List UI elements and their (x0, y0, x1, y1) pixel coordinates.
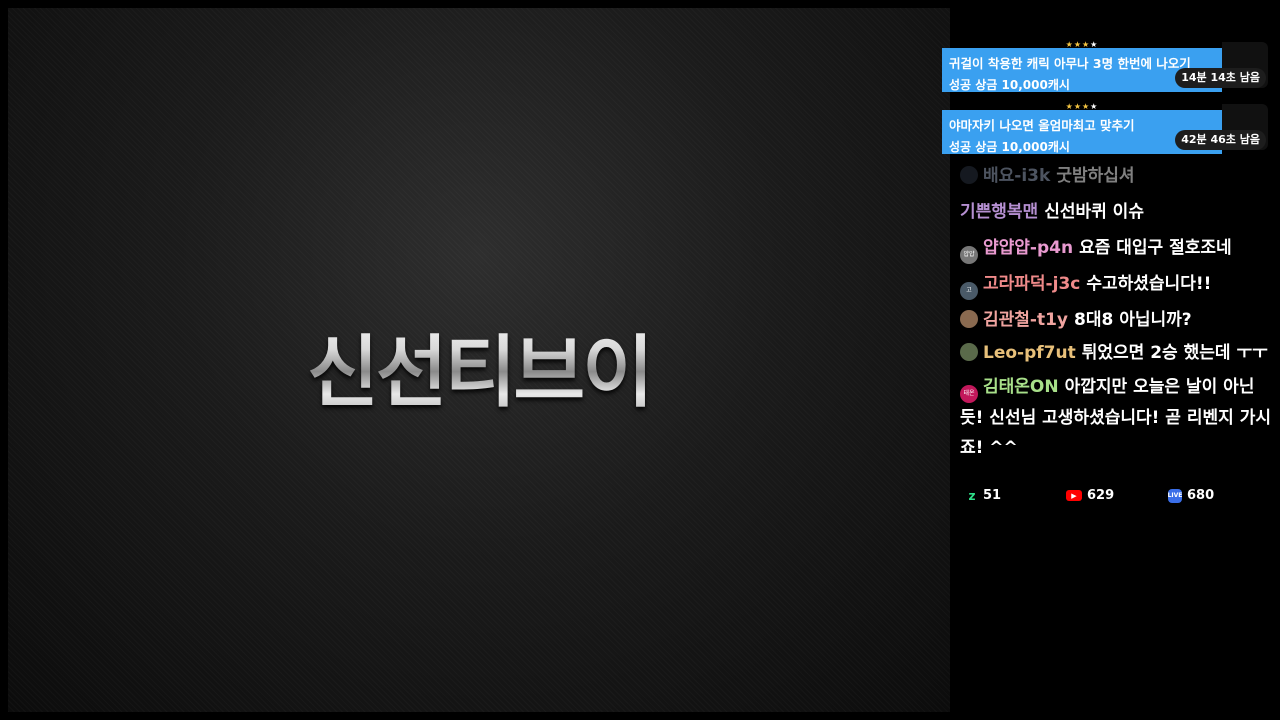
stat-live: LIVE 680 (1168, 488, 1215, 503)
chat-nick: 고라파덕-j3c (983, 274, 1081, 294)
stat-value: 51 (983, 488, 1002, 503)
mission-card[interactable]: ★★★★ 귀걸이 착용한 캐릭 아무나 3명 한번에 나오기 성공 상금 10,… (942, 40, 1268, 94)
channel-logo-text: 신선티브이 (8, 310, 950, 422)
youtube-icon: ▶ (1066, 490, 1082, 501)
chat-message: Leo-pf7ut 튀었으면 2승 했는데 ㅜㅜ (960, 338, 1272, 368)
mission-timer: 14분 14초 남음 (1175, 68, 1266, 88)
chat-message: 얍얍 얍얍얍-p4n 요즘 대입구 절호조네 (960, 230, 1272, 266)
avatar: 고 (960, 282, 978, 300)
chat-nick: 김태온ON (983, 377, 1059, 397)
stat-zzal: z 51 (966, 488, 1002, 503)
avatar (960, 166, 978, 184)
chat-message: 고 고라파덕-j3c 수고하셨습니다!! (960, 266, 1272, 302)
chat-message: 김관철-t1y 8대8 아닙니까? (960, 302, 1272, 338)
avatar (960, 310, 978, 328)
mission-reward: 성공 상금 10,000캐시 (949, 78, 1070, 92)
avatar: 태온 (960, 385, 978, 403)
chat-list: 배요-i3k 굿밤하십셔 기쁜행복맨 신선바퀴 이슈 얍얍 얍얍얍-p4n 요즘 대입구… (960, 158, 1272, 463)
mission-reward: 성공 상금 10,000캐시 (949, 140, 1070, 154)
live-platform-icon: LIVE (1168, 488, 1182, 503)
chat-text: 수고하셨습니다!! (1086, 274, 1212, 294)
chat-nick: 얍얍얍-p4n (983, 238, 1074, 258)
chat-text: 신선바퀴 이슈 (1044, 202, 1144, 222)
z-platform-icon: z (968, 488, 976, 503)
chat-message: 배요-i3k 굿밤하십셔 (960, 158, 1272, 194)
chat-nick: Leo-pf7ut (983, 343, 1076, 363)
stat-value: 629 (1087, 488, 1115, 503)
stat-youtube: ▶ 629 (1066, 488, 1114, 503)
chat-message: 태온 김태온ON 아깝지만 오늘은 날이 아닌듯! 신선님 고생하셨습니다! 곧 리… (960, 372, 1272, 463)
chat-message: 기쁜행복맨 신선바퀴 이슈 (960, 194, 1272, 230)
chat-text: 요즘 대입구 절호조네 (1079, 238, 1232, 258)
chat-nick: 기쁜행복맨 (960, 202, 1039, 222)
viewer-stats: z 51 ▶ 629 LIVE 680 (966, 488, 1266, 508)
video-stage: 신선티브이 (8, 8, 950, 712)
mission-title: 야마자키 나오면 올엄마최고 맞추기 (949, 118, 1135, 133)
avatar (960, 343, 978, 361)
stat-value: 680 (1187, 488, 1215, 503)
chat-nick: 배요-i3k (983, 166, 1051, 186)
chat-text: 굿밤하십셔 (1056, 166, 1135, 186)
chat-text: 튀었으면 2승 했는데 ㅜㅜ (1081, 343, 1268, 363)
mission-timer: 42분 46초 남음 (1175, 130, 1266, 150)
mission-title: 귀걸이 착용한 캐릭 아무나 3명 한번에 나오기 (949, 56, 1191, 71)
avatar: 얍얍 (960, 246, 978, 264)
chat-nick: 김관철-t1y (983, 310, 1069, 330)
mission-card[interactable]: ★★★★ 야마자키 나오면 올엄마최고 맞추기 성공 상금 10,000캐시 4… (942, 102, 1268, 156)
chat-text: 8대8 아닙니까? (1074, 310, 1192, 330)
